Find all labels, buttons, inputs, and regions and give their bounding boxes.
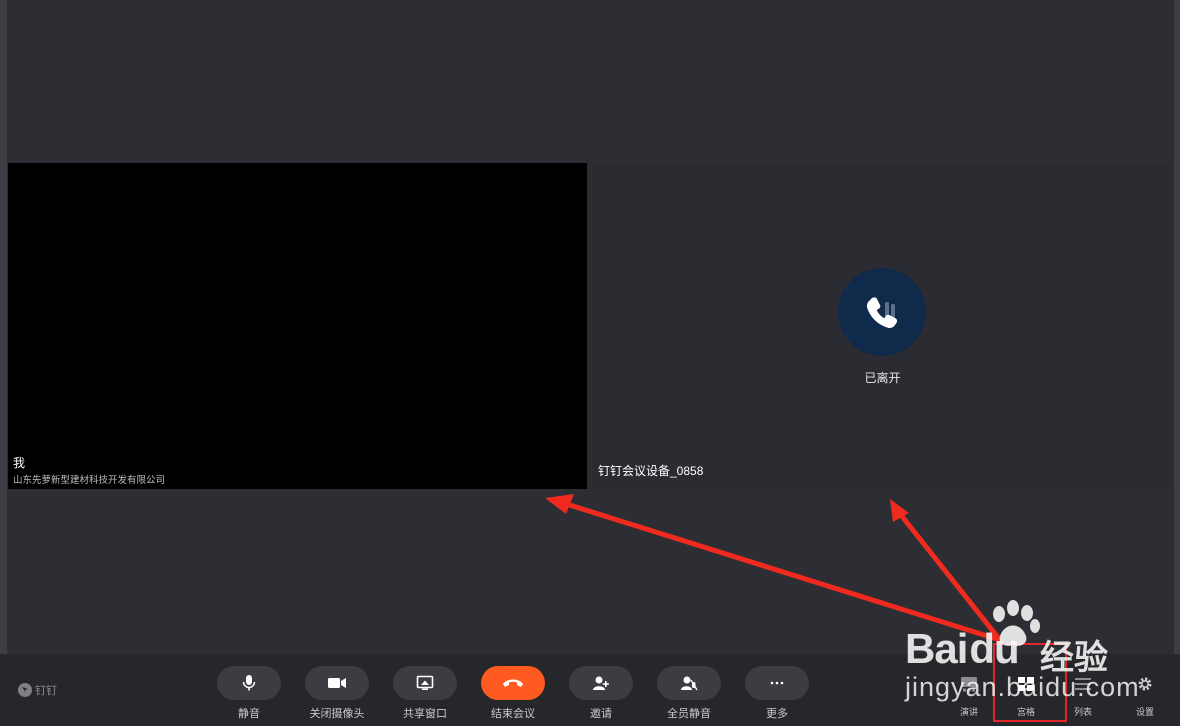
speaker-view-label: 演讲 [959,707,978,717]
mute-all-icon [681,676,698,691]
brand-label: 钉钉 [35,685,57,697]
microphone-icon [242,675,256,691]
self-name: 我 [13,456,26,470]
watermark-url: jingyan.baidu.com [905,672,1140,702]
remote-video-tile[interactable]: 已离开 钉钉会议设备_0858 [592,163,1173,489]
camera-off-button[interactable]: 关闭摄像头 [304,666,370,721]
settings-label: 设置 [1135,707,1154,717]
add-user-icon [593,676,609,690]
window-edge-right [1174,0,1180,654]
remote-name: 钉钉会议设备_0858 [598,464,704,478]
share-screen-icon [416,675,434,690]
dingtalk-logo-icon [18,683,32,697]
mute-all-button[interactable]: 全员静音 [656,666,722,721]
watermark-brand: Baidu [905,625,1020,672]
list-view-label: 列表 [1073,707,1092,717]
more-label: 更多 [766,708,788,720]
mute-label: 静音 [238,708,260,720]
mute-all-label: 全员静音 [667,708,711,720]
phone-avatar [838,268,926,356]
phone-icon [866,297,898,329]
dingtalk-brand: 钉钉 [18,682,57,698]
share-window-button[interactable]: 共享窗口 [392,666,458,721]
end-meeting-label: 结束会议 [491,708,535,720]
camera-icon [328,678,346,688]
camera-off-label: 关闭摄像头 [309,708,365,720]
share-window-label: 共享窗口 [403,708,447,720]
invite-label: 邀请 [590,708,612,720]
self-company: 山东先萝新型建材科技开发有限公司 [13,475,166,486]
self-video-tile[interactable]: 我 山东先萝新型建材科技开发有限公司 [8,163,587,489]
window-edge-left [0,0,7,654]
mute-button[interactable]: 静音 [216,666,282,721]
hang-up-icon [503,679,523,687]
more-button[interactable]: 更多 [744,666,810,721]
more-icon [770,681,784,685]
end-meeting-button[interactable]: 结束会议 [480,666,546,721]
remote-status: 已离开 [864,371,901,385]
invite-button[interactable]: 邀请 [568,666,634,721]
